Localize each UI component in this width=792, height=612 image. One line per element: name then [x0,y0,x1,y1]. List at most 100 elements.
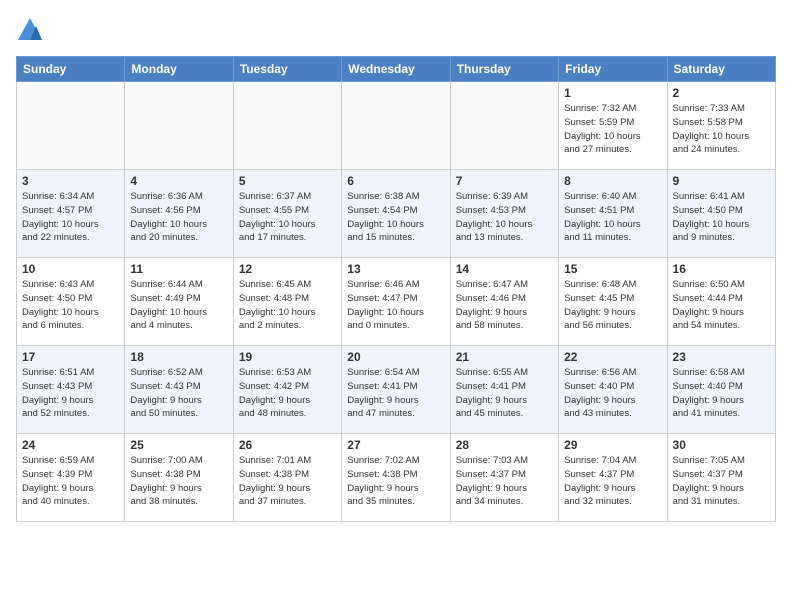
day-number: 2 [673,86,770,100]
calendar-cell: 15 Sunrise: 6:48 AM Sunset: 4:45 PM Dayli… [559,258,667,346]
header-wednesday: Wednesday [342,57,450,82]
header-monday: Monday [125,57,233,82]
calendar-week-3: 10Sunrise: 6:43 AM Sunset: 4:50 PM Dayli… [17,258,776,346]
calendar-cell: 4 Sunrise: 6:36 AM Sunset: 4:56 PM Daylig… [125,170,233,258]
calendar-week-1: 1 Sunrise: 7:32 AM Sunset: 5:59 PM Daylig… [17,82,776,170]
day-info: Sunrise: 6:50 AM Sunset: 4:44 PM Dayligh… [673,278,770,333]
day-info: Sunrise: 6:58 AM Sunset: 4:40 PM Dayligh… [673,366,770,421]
day-info: Sunrise: 6:34 AM Sunset: 4:57 PM Dayligh… [22,190,119,245]
day-number: 8 [564,174,661,188]
day-number: 4 [130,174,227,188]
day-info: Sunrise: 6:44 AM Sunset: 4:49 PM Dayligh… [130,278,227,333]
header-sunday: Sunday [17,57,125,82]
day-info: Sunrise: 6:59 AM Sunset: 4:39 PM Dayligh… [22,454,119,509]
day-info: Sunrise: 7:32 AM Sunset: 5:59 PM Dayligh… [564,102,661,157]
day-number: 7 [456,174,553,188]
header-friday: Friday [559,57,667,82]
day-number: 21 [456,350,553,364]
calendar-cell: 5Sunrise: 6:37 AM Sunset: 4:55 PM Daylig… [233,170,341,258]
day-number: 23 [673,350,770,364]
day-info: Sunrise: 6:36 AM Sunset: 4:56 PM Dayligh… [130,190,227,245]
calendar-cell [125,82,233,170]
day-number: 6 [347,174,444,188]
calendar-cell: 22Sunrise: 6:56 AM Sunset: 4:40 PM Dayli… [559,346,667,434]
calendar-cell: 9 Sunrise: 6:41 AM Sunset: 4:50 PM Daylig… [667,170,775,258]
day-number: 1 [564,86,661,100]
day-info: Sunrise: 6:45 AM Sunset: 4:48 PM Dayligh… [239,278,336,333]
calendar-cell: 11 Sunrise: 6:44 AM Sunset: 4:49 PM Dayli… [125,258,233,346]
calendar-cell: 28 Sunrise: 7:03 AM Sunset: 4:37 PM Dayli… [450,434,558,522]
header-saturday: Saturday [667,57,775,82]
calendar-header-row: Sunday Monday Tuesday Wednesday Thursday… [17,57,776,82]
day-number: 19 [239,350,336,364]
header-thursday: Thursday [450,57,558,82]
calendar-cell: 23 Sunrise: 6:58 AM Sunset: 4:40 PM Dayli… [667,346,775,434]
calendar-cell: 3 Sunrise: 6:34 AM Sunset: 4:57 PM Daylig… [17,170,125,258]
day-info: Sunrise: 6:37 AM Sunset: 4:55 PM Dayligh… [239,190,336,245]
day-info: Sunrise: 7:02 AM Sunset: 4:38 PM Dayligh… [347,454,444,509]
day-number: 15 [564,262,661,276]
day-number: 28 [456,438,553,452]
calendar-cell: 10Sunrise: 6:43 AM Sunset: 4:50 PM Dayli… [17,258,125,346]
day-info: Sunrise: 7:01 AM Sunset: 4:38 PM Dayligh… [239,454,336,509]
day-info: Sunrise: 7:04 AM Sunset: 4:37 PM Dayligh… [564,454,661,509]
calendar-cell: 14 Sunrise: 6:47 AM Sunset: 4:46 PM Dayli… [450,258,558,346]
day-info: Sunrise: 7:05 AM Sunset: 4:37 PM Dayligh… [673,454,770,509]
calendar-cell [450,82,558,170]
day-number: 29 [564,438,661,452]
day-info: Sunrise: 6:52 AM Sunset: 4:43 PM Dayligh… [130,366,227,421]
calendar-cell: 6 Sunrise: 6:38 AM Sunset: 4:54 PM Daylig… [342,170,450,258]
calendar-cell: 7Sunrise: 6:39 AM Sunset: 4:53 PM Daylig… [450,170,558,258]
day-number: 16 [673,262,770,276]
header-tuesday: Tuesday [233,57,341,82]
calendar-cell: 20Sunrise: 6:54 AM Sunset: 4:41 PM Dayli… [342,346,450,434]
day-info: Sunrise: 6:55 AM Sunset: 4:41 PM Dayligh… [456,366,553,421]
day-info: Sunrise: 7:00 AM Sunset: 4:38 PM Dayligh… [130,454,227,509]
calendar-cell: 1 Sunrise: 7:32 AM Sunset: 5:59 PM Daylig… [559,82,667,170]
day-number: 12 [239,262,336,276]
day-number: 18 [130,350,227,364]
calendar-cell [342,82,450,170]
day-number: 14 [456,262,553,276]
calendar-body: 1 Sunrise: 7:32 AM Sunset: 5:59 PM Daylig… [17,82,776,522]
day-number: 17 [22,350,119,364]
calendar-cell: 29 Sunrise: 7:04 AM Sunset: 4:37 PM Dayli… [559,434,667,522]
calendar-cell: 26 Sunrise: 7:01 AM Sunset: 4:38 PM Dayli… [233,434,341,522]
day-number: 24 [22,438,119,452]
calendar-week-2: 3 Sunrise: 6:34 AM Sunset: 4:57 PM Daylig… [17,170,776,258]
calendar-cell: 17 Sunrise: 6:51 AM Sunset: 4:43 PM Dayli… [17,346,125,434]
day-number: 25 [130,438,227,452]
calendar-cell: 18 Sunrise: 6:52 AM Sunset: 4:43 PM Dayli… [125,346,233,434]
day-info: Sunrise: 6:48 AM Sunset: 4:45 PM Dayligh… [564,278,661,333]
calendar-cell: 16 Sunrise: 6:50 AM Sunset: 4:44 PM Dayli… [667,258,775,346]
day-info: Sunrise: 6:38 AM Sunset: 4:54 PM Dayligh… [347,190,444,245]
day-number: 9 [673,174,770,188]
page-container: Sunday Monday Tuesday Wednesday Thursday… [0,0,792,530]
day-number: 27 [347,438,444,452]
calendar-cell [17,82,125,170]
calendar-cell: 19Sunrise: 6:53 AM Sunset: 4:42 PM Dayli… [233,346,341,434]
day-info: Sunrise: 6:47 AM Sunset: 4:46 PM Dayligh… [456,278,553,333]
day-number: 11 [130,262,227,276]
day-info: Sunrise: 6:51 AM Sunset: 4:43 PM Dayligh… [22,366,119,421]
calendar-week-5: 24 Sunrise: 6:59 AM Sunset: 4:39 PM Dayli… [17,434,776,522]
day-info: Sunrise: 7:33 AM Sunset: 5:58 PM Dayligh… [673,102,770,157]
logo [16,16,48,44]
calendar-week-4: 17 Sunrise: 6:51 AM Sunset: 4:43 PM Dayli… [17,346,776,434]
day-number: 20 [347,350,444,364]
day-number: 13 [347,262,444,276]
day-number: 30 [673,438,770,452]
day-number: 10 [22,262,119,276]
day-info: Sunrise: 6:41 AM Sunset: 4:50 PM Dayligh… [673,190,770,245]
day-info: Sunrise: 6:40 AM Sunset: 4:51 PM Dayligh… [564,190,661,245]
calendar-cell: 25 Sunrise: 7:00 AM Sunset: 4:38 PM Dayli… [125,434,233,522]
day-number: 22 [564,350,661,364]
calendar-cell: 8 Sunrise: 6:40 AM Sunset: 4:51 PM Daylig… [559,170,667,258]
calendar-cell [233,82,341,170]
calendar-cell: 2 Sunrise: 7:33 AM Sunset: 5:58 PM Daylig… [667,82,775,170]
day-info: Sunrise: 7:03 AM Sunset: 4:37 PM Dayligh… [456,454,553,509]
calendar-cell: 13Sunrise: 6:46 AM Sunset: 4:47 PM Dayli… [342,258,450,346]
day-number: 3 [22,174,119,188]
calendar-cell: 12 Sunrise: 6:45 AM Sunset: 4:48 PM Dayli… [233,258,341,346]
day-number: 26 [239,438,336,452]
